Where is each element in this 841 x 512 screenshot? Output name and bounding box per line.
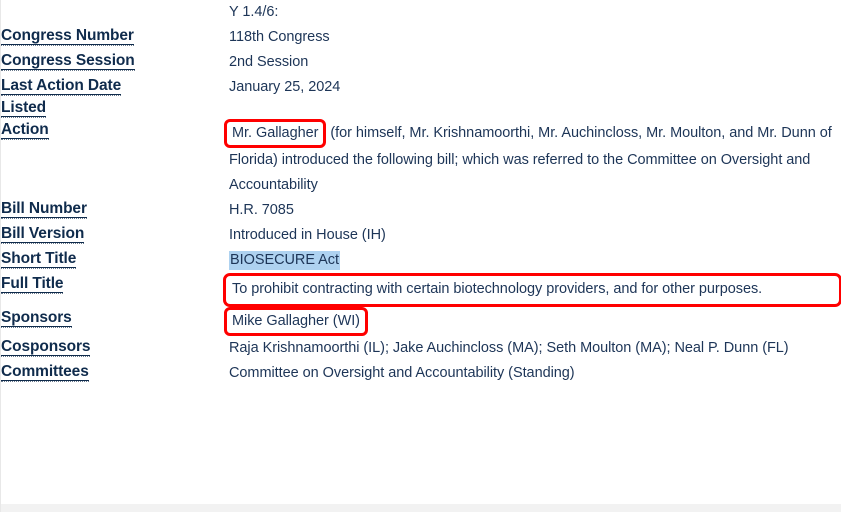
value-cell-full-title: To prohibit contracting with certain bio… [223, 273, 841, 307]
value-congress-number: 118th Congress [229, 29, 330, 45]
annotation-redbox-action-sponsor: Mr. Gallagher [224, 119, 327, 148]
value-cell-short-title: BIOSECURE Act [229, 248, 841, 273]
table-row-bill-version: Bill Version Introduced in House (IH) [1, 223, 841, 248]
label-congress-number[interactable]: Congress Number [1, 27, 134, 46]
selection-highlight-short-title: BIOSECURE Act [229, 251, 340, 270]
table-row-committees: Committees Committee on Oversight and Ac… [1, 361, 841, 386]
label-cosponsors[interactable]: Cosponsors [1, 338, 91, 357]
value-cell-committees: Committee on Oversight and Accountabilit… [229, 361, 841, 386]
table-row-last-action-date: Last Action Date Listed January 25, 2024 [1, 75, 841, 119]
value-sponsors-wrapper: Mike Gallagher (WI) [224, 307, 368, 336]
table-row-full-title: Full Title To prohibit contracting with … [1, 273, 841, 307]
annotation-redbox-sponsors: Mike Gallagher (WI) [224, 307, 368, 336]
label-congress-session[interactable]: Congress Session [1, 52, 135, 71]
label-cell-action: Action [1, 119, 229, 198]
table-row-cosponsors: Cosponsors Raja Krishnamoorthi (IL); Jak… [1, 336, 841, 361]
label-cell-empty [1, 0, 229, 25]
label-cell-cosponsors: Cosponsors [1, 336, 229, 361]
label-cell-congress-number: Congress Number [1, 25, 229, 50]
label-cell-sponsors: Sponsors [1, 307, 229, 336]
value-cell-call-number: Y 1.4/6: [229, 0, 841, 25]
call-number-value: Y 1.4/6: [229, 4, 279, 20]
label-cell-bill-number: Bill Number [1, 198, 229, 223]
value-committees: Committee on Oversight and Accountabilit… [229, 365, 575, 381]
table-row-call-number: Y 1.4/6: [1, 0, 841, 25]
label-cell-bill-version: Bill Version [1, 223, 229, 248]
bill-metadata-table: Y 1.4/6: Congress Number 118th Congress … [1, 0, 841, 386]
annotation-redbox-full-title: To prohibit contracting with certain bio… [223, 273, 841, 307]
value-cell-cosponsors: Raja Krishnamoorthi (IL); Jake Auchinclo… [229, 336, 841, 361]
value-cell-bill-number: H.R. 7085 [229, 198, 841, 223]
value-cell-congress-number: 118th Congress [229, 25, 841, 50]
label-last-action-date-line2[interactable]: Listed [1, 99, 46, 118]
value-action: Mr. Gallagher (for himself, Mr. Krishnam… [224, 119, 832, 193]
value-last-action-date: January 25, 2024 [229, 79, 341, 95]
label-last-action-date-line1[interactable]: Last Action Date [1, 77, 121, 96]
value-cosponsors: Raja Krishnamoorthi (IL); Jake Auchinclo… [229, 340, 789, 356]
label-cell-last-action-date: Last Action Date Listed [1, 75, 229, 119]
value-cell-congress-session: 2nd Session [229, 50, 841, 75]
table-row-congress-session: Congress Session 2nd Session [1, 50, 841, 75]
label-cell-committees: Committees [1, 361, 229, 386]
value-cell-action: Mr. Gallagher (for himself, Mr. Krishnam… [224, 119, 841, 198]
label-cell-short-title: Short Title [1, 248, 229, 273]
value-cell-sponsors: Mike Gallagher (WI) [224, 307, 841, 336]
label-sponsors[interactable]: Sponsors [1, 309, 72, 328]
label-cell-full-title: Full Title [1, 273, 229, 307]
label-short-title[interactable]: Short Title [1, 250, 76, 269]
value-cell-bill-version: Introduced in House (IH) [229, 223, 841, 248]
label-action[interactable]: Action [1, 121, 49, 140]
label-bill-version[interactable]: Bill Version [1, 225, 84, 244]
label-committees[interactable]: Committees [1, 363, 89, 382]
label-cell-congress-session: Congress Session [1, 50, 229, 75]
value-congress-session: 2nd Session [229, 54, 309, 70]
document-page: Y 1.4/6: Congress Number 118th Congress … [0, 0, 841, 512]
table-row-sponsors: Sponsors Mike Gallagher (WI) [1, 307, 841, 336]
label-bill-number[interactable]: Bill Number [1, 200, 87, 219]
table-row-short-title: Short Title BIOSECURE Act [1, 248, 841, 273]
table-row-action: Action Mr. Gallagher (for himself, Mr. K… [1, 119, 841, 198]
value-bill-number: H.R. 7085 [229, 202, 294, 218]
value-cell-last-action-date: January 25, 2024 [229, 75, 841, 119]
table-row-bill-number: Bill Number H.R. 7085 [1, 198, 841, 223]
value-short-title-wrapper: BIOSECURE Act [229, 251, 340, 270]
table-row-congress-number: Congress Number 118th Congress [1, 25, 841, 50]
label-full-title[interactable]: Full Title [1, 275, 64, 294]
value-bill-version: Introduced in House (IH) [229, 227, 386, 243]
page-bottom-band [1, 504, 841, 512]
